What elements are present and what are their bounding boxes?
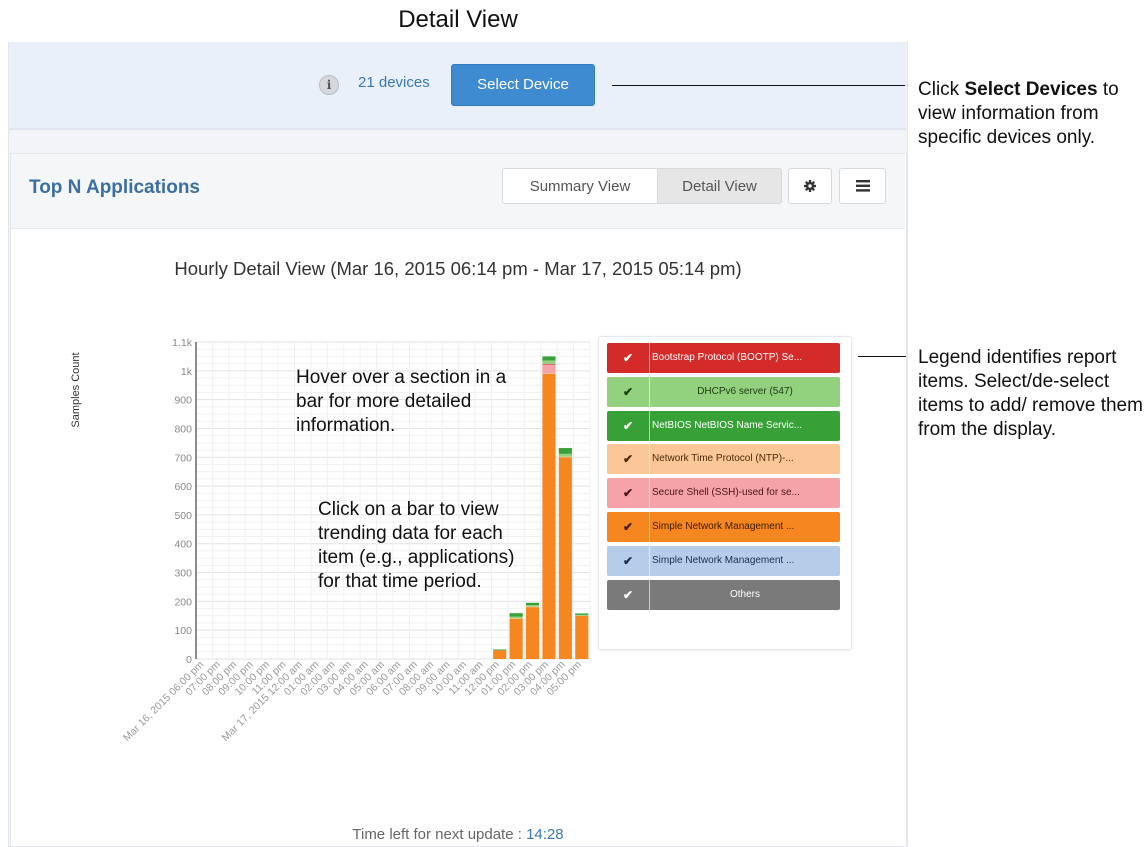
bar-segment[interactable] — [542, 364, 556, 374]
y-tick-label: 400 — [174, 539, 192, 551]
callout-text: Click — [918, 79, 965, 100]
y-tick-label: 300 — [174, 568, 192, 580]
checkmark-icon: ✔ — [607, 478, 650, 509]
legend-item[interactable]: ✔ Bootstrap Protocol (BOOTP) Se... — [607, 343, 840, 373]
bar-segment[interactable] — [542, 373, 556, 659]
legend-item-label: DHCPv6 server (547) — [697, 385, 793, 397]
legend-item[interactable]: ✔ Secure Shell (SSH)-used for se... — [607, 478, 840, 509]
bar-segment[interactable] — [542, 363, 556, 365]
bar-segment[interactable] — [493, 650, 507, 659]
bar-segment[interactable] — [525, 607, 540, 659]
bar-segment[interactable] — [525, 602, 540, 606]
bar-segment[interactable] — [542, 360, 556, 364]
legend-item[interactable]: ✔ NetBIOS NetBIOS Name Servic... — [607, 410, 840, 441]
y-tick-label: 500 — [174, 510, 192, 522]
legend-item[interactable]: ✔ Simple Network Management ... — [607, 512, 840, 542]
bar-segment[interactable] — [509, 613, 523, 617]
legend-item[interactable]: ✔ Network Time Protocol (NTP)-... — [607, 444, 840, 475]
bar-segment[interactable] — [525, 606, 540, 608]
legend-item-label: Secure Shell (SSH)-used for se... — [652, 487, 800, 499]
y-tick-label: 600 — [174, 481, 192, 493]
update-countdown-label: Time left for next update : — [352, 826, 527, 843]
bar-segment[interactable] — [575, 615, 589, 659]
y-tick-label: 1k — [181, 366, 193, 378]
checkmark-icon: ✔ — [607, 512, 650, 542]
callout-leader-line — [858, 356, 906, 357]
update-countdown-timer: 14:28 — [526, 826, 564, 843]
click-instruction-note: Click on a bar to view trending data for… — [318, 499, 515, 592]
bar-segment[interactable] — [509, 618, 523, 659]
hover-instruction-note: Hover over a section in a bar for more d… — [296, 367, 507, 436]
y-tick-label: 700 — [174, 452, 192, 464]
x-tick-label: Mar 16, 2015 06:00 pm — [121, 658, 206, 743]
select-devices-callout: Click Select Devices to view information… — [918, 78, 1148, 150]
callout-bold-text: Select Devices — [964, 79, 1098, 100]
checkmark-icon: ✔ — [607, 376, 650, 407]
legend-item-label: Others — [729, 588, 760, 600]
legend-item-label: Network Time Protocol (NTP)-... — [652, 453, 794, 465]
y-tick-label: 100 — [174, 625, 192, 637]
legend-item-label: NetBIOS NetBIOS Name Servic... — [652, 419, 803, 431]
y-tick-label: 200 — [174, 596, 192, 608]
legend-item-label: Simple Network Management ... — [652, 554, 795, 566]
checkmark-icon: ✔ — [607, 545, 650, 576]
checkmark-icon: ✔ — [607, 579, 650, 610]
bar-segment[interactable] — [493, 649, 507, 651]
y-tick-label: 1.1k — [172, 337, 193, 349]
bar-segment[interactable] — [558, 448, 572, 454]
legend-item[interactable]: ✔ Simple Network Management ... — [607, 545, 840, 576]
bar-segment[interactable] — [575, 614, 589, 616]
legend-item[interactable]: ✔ Others — [607, 579, 840, 610]
bar-segment[interactable] — [558, 453, 572, 457]
legend-item[interactable]: ✔ DHCPv6 server (547) — [607, 376, 840, 407]
update-countdown: Time left for next update : 14:28 — [0, 826, 916, 843]
checkmark-icon: ✔ — [607, 343, 650, 373]
bar-segment[interactable] — [509, 618, 523, 619]
bar-segment[interactable] — [558, 456, 572, 458]
bar-segment[interactable] — [525, 605, 540, 607]
bar-segment[interactable] — [575, 613, 589, 615]
bar-segment[interactable] — [509, 616, 523, 619]
legend-item-label: Simple Network Management ... — [652, 521, 795, 532]
checkmark-icon: ✔ — [607, 444, 650, 475]
bar-segment[interactable] — [542, 356, 556, 361]
bar-segment[interactable] — [558, 457, 572, 659]
callout-leader-line — [612, 85, 905, 86]
legend-callout: Legend identifies report items. Select/d… — [918, 347, 1143, 440]
checkmark-icon: ✔ — [607, 410, 650, 441]
legend-item-label: Bootstrap Protocol (BOOTP) Se... — [652, 352, 803, 363]
y-tick-label: 800 — [174, 423, 192, 435]
y-tick-label: 900 — [174, 395, 192, 407]
bar-segment[interactable] — [542, 373, 556, 374]
